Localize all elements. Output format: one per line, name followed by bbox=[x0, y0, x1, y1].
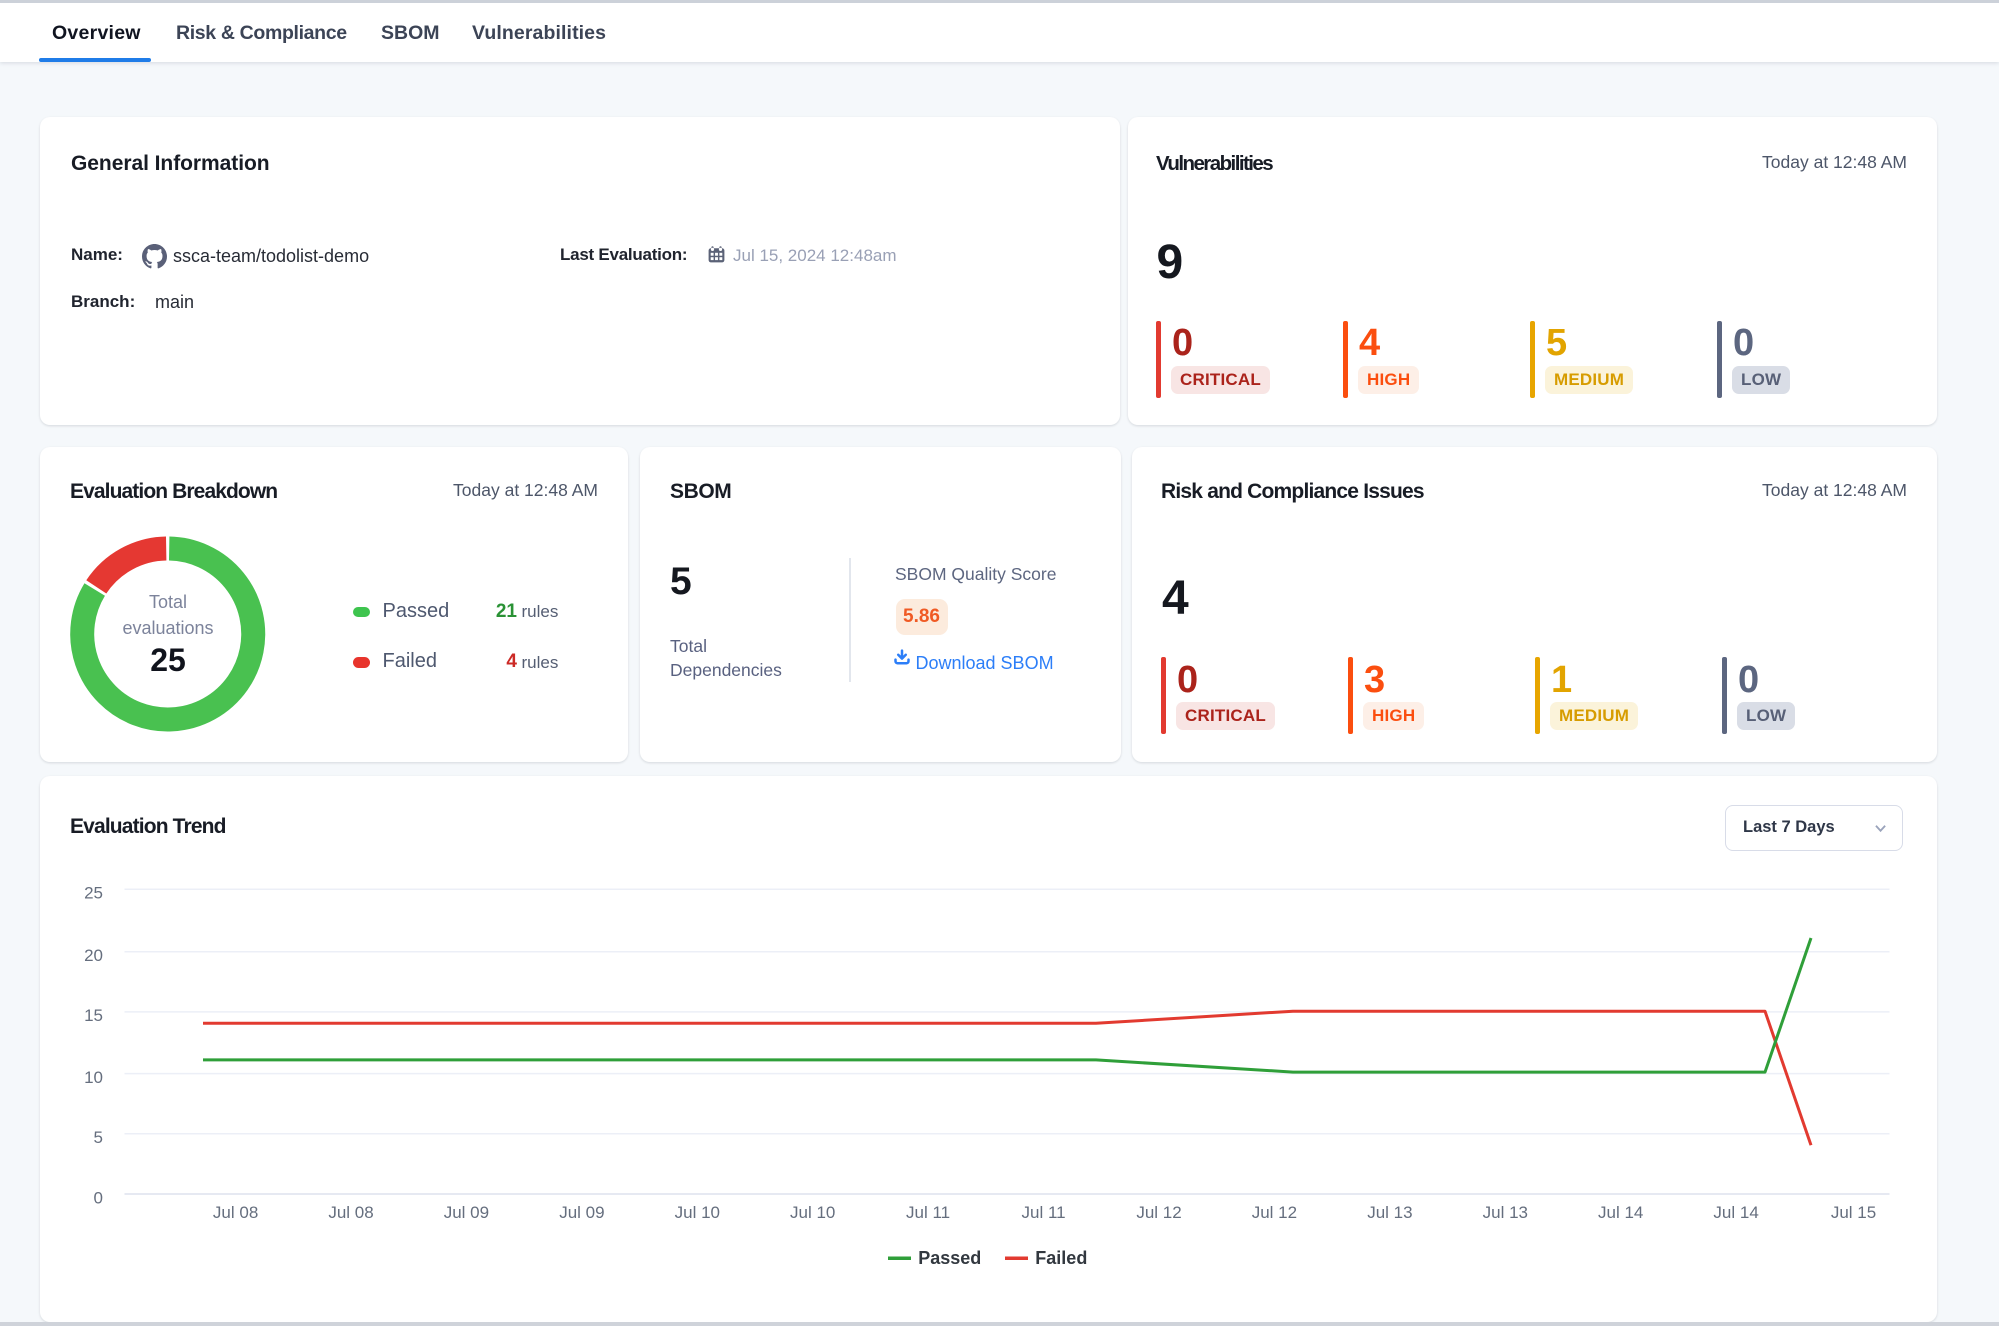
svg-text:Jul 09: Jul 09 bbox=[444, 1203, 489, 1222]
svg-text:Jul 12: Jul 12 bbox=[1252, 1203, 1297, 1222]
svg-text:Passed: Passed bbox=[918, 1248, 981, 1268]
svg-text:10: 10 bbox=[84, 1068, 103, 1087]
svg-text:Jul 13: Jul 13 bbox=[1483, 1203, 1528, 1222]
svg-text:Jul 10: Jul 10 bbox=[675, 1203, 720, 1222]
svg-text:Jul 15: Jul 15 bbox=[1831, 1203, 1876, 1222]
svg-text:25: 25 bbox=[84, 884, 103, 903]
svg-text:Jul 08: Jul 08 bbox=[328, 1203, 373, 1222]
svg-text:Jul 11: Jul 11 bbox=[906, 1203, 950, 1222]
svg-text:20: 20 bbox=[84, 946, 103, 965]
svg-text:Jul 09: Jul 09 bbox=[559, 1203, 604, 1222]
svg-text:Jul 14: Jul 14 bbox=[1713, 1203, 1758, 1222]
svg-text:0: 0 bbox=[94, 1188, 103, 1207]
svg-text:Failed: Failed bbox=[1035, 1248, 1087, 1268]
svg-text:Jul 12: Jul 12 bbox=[1136, 1203, 1181, 1222]
svg-text:Jul 13: Jul 13 bbox=[1367, 1203, 1412, 1222]
svg-text:Jul 08: Jul 08 bbox=[213, 1203, 258, 1222]
svg-text:Jul 11: Jul 11 bbox=[1022, 1203, 1066, 1222]
svg-text:15: 15 bbox=[84, 1006, 103, 1025]
svg-text:Jul 10: Jul 10 bbox=[790, 1203, 835, 1222]
svg-text:Jul 14: Jul 14 bbox=[1598, 1203, 1643, 1222]
svg-text:5: 5 bbox=[94, 1128, 103, 1147]
